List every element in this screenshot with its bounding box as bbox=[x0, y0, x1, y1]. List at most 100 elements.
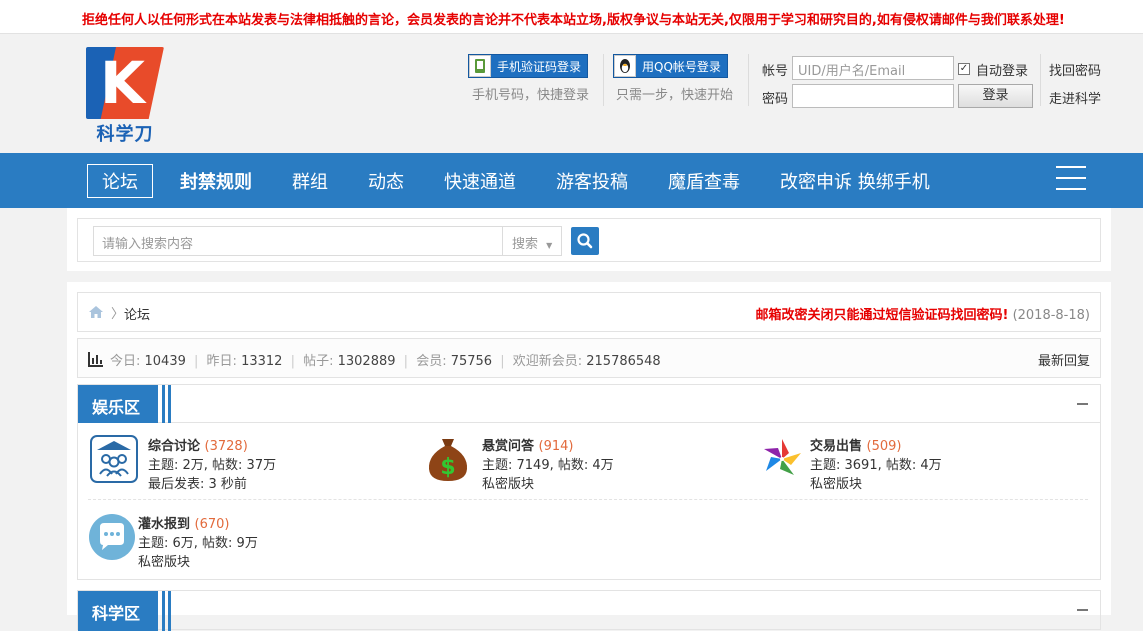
nav-item-quick-access[interactable]: 快速通道 bbox=[444, 168, 516, 194]
main-nav: 论坛 封禁规则 群组 动态 快速通道 游客投稿 魔盾查毒 改密申诉 换绑手机 bbox=[0, 153, 1143, 208]
legal-notice: 拒绝任何人以任何形式在本站发表与法律相抵触的言论，会员发表的言论并不代表本站立场… bbox=[82, 13, 1065, 28]
announcement[interactable]: 邮箱改密关闭只能通过短信验证码找回密码! (2018-8-18) bbox=[755, 304, 1090, 323]
latest-replies-link[interactable]: 最新回复 bbox=[1038, 350, 1090, 369]
site-logo[interactable]: K 科学刀 bbox=[86, 47, 164, 145]
home-icon[interactable] bbox=[88, 305, 104, 319]
stat-today-label: 今日: bbox=[110, 354, 145, 369]
stat-yesterday: 13312 bbox=[241, 354, 283, 369]
logo-letter: K bbox=[100, 49, 145, 117]
qq-login-label: 用QQ帐号登录 bbox=[642, 59, 721, 74]
hamburger-menu-icon[interactable] bbox=[1056, 166, 1086, 190]
forgot-password-link[interactable]: 找回密码 bbox=[1049, 60, 1101, 79]
collapse-icon[interactable] bbox=[1077, 609, 1088, 611]
forum-name[interactable]: 交易出售 (509) bbox=[810, 435, 902, 454]
stat-yesterday-label: 昨日: bbox=[206, 354, 242, 369]
account-label: 帐号 bbox=[762, 64, 789, 79]
section-title[interactable]: 科学区 bbox=[78, 591, 158, 631]
stat-sep: | bbox=[194, 354, 199, 369]
pinwheel-icon bbox=[764, 439, 801, 475]
qq-penguin-icon bbox=[614, 55, 636, 77]
forum-stats-line: 主题: 6万, 帖数: 9万 bbox=[138, 536, 258, 551]
forum-private-label: 私密版块 bbox=[810, 477, 863, 492]
main-content: 〉 论坛 邮箱改密关闭只能通过短信验证码找回密码! (2018-8-18) 今日… bbox=[67, 282, 1111, 631]
top-notice-bar: 拒绝任何人以任何形式在本站发表与法律相抵触的言论，会员发表的言论并不代表本站立场… bbox=[0, 0, 1143, 34]
forum-today-count: (3728) bbox=[204, 439, 248, 454]
phone-login-button[interactable]: 手机验证码登录 bbox=[468, 54, 589, 78]
header: K 科学刀 手机验证码登录 手机号码，快捷登录 用QQ帐号登录 只需一步，快速开… bbox=[0, 34, 1143, 153]
forum-section-science: 科学区 bbox=[77, 590, 1101, 631]
newest-member-link[interactable]: 215786548 bbox=[586, 354, 660, 369]
breadcrumb-separator: 〉 bbox=[111, 307, 125, 322]
chat-bubble-icon bbox=[89, 514, 135, 560]
forum-item[interactable]: $ 悬赏问答 (914) 主题: 7149, 帖数: 4万 私密版块 bbox=[424, 435, 744, 495]
breadcrumb-current[interactable]: 论坛 bbox=[124, 304, 150, 323]
forum-item[interactable]: 综合讨论 (3728) 主题: 2万, 帖数: 37万 最后发表: 3 秒前 bbox=[90, 435, 410, 495]
auto-login-checkbox[interactable]: ✓ bbox=[958, 63, 970, 75]
section-title-bar bbox=[168, 591, 171, 631]
auto-login-label: 自动登录 bbox=[976, 64, 1029, 79]
nav-item-ban-rules[interactable]: 封禁规则 bbox=[180, 168, 252, 194]
section-header: 娱乐区 bbox=[78, 385, 1100, 423]
logo-mark: K bbox=[86, 47, 164, 119]
qq-login-button[interactable]: 用QQ帐号登录 bbox=[613, 54, 728, 78]
divider bbox=[1040, 54, 1041, 106]
nav-item-activity[interactable]: 动态 bbox=[368, 168, 404, 194]
section-title[interactable]: 娱乐区 bbox=[78, 385, 158, 423]
search-input[interactable]: 请输入搜索内容 bbox=[93, 226, 503, 256]
divider bbox=[748, 54, 749, 106]
nav-item-password-appeal[interactable]: 改密申诉 换绑手机 bbox=[780, 168, 930, 194]
forum-name-text: 交易出售 bbox=[810, 439, 863, 454]
password-label: 密码 bbox=[762, 92, 789, 107]
phone-login-label: 手机验证码登录 bbox=[497, 59, 582, 74]
stat-sep: | bbox=[500, 354, 505, 369]
forum-section-entertainment: 娱乐区 综合讨论 (3728) 主题: 2万, 帖数: 37万 最后发表: 3 … bbox=[77, 384, 1101, 580]
phone-login-hint: 手机号码，快捷登录 bbox=[472, 88, 590, 103]
nav-item-groups[interactable]: 群组 bbox=[292, 168, 328, 194]
nav-item-virus-scan[interactable]: 魔盾查毒 bbox=[668, 168, 740, 194]
stat-posts-label: 帖子: bbox=[303, 354, 338, 369]
search-icon bbox=[577, 233, 593, 249]
forum-name[interactable]: 灌水报到 (670) bbox=[138, 513, 230, 532]
login-button[interactable]: 登录 bbox=[958, 84, 1033, 108]
stat-posts: 1302889 bbox=[337, 354, 396, 369]
search-area: 请输入搜索内容 搜索 ▼ bbox=[67, 208, 1111, 271]
row-divider bbox=[88, 499, 1088, 500]
account-input[interactable]: UID/用户名/Email bbox=[792, 56, 954, 80]
forum-private-label: 私密版块 bbox=[138, 555, 191, 570]
caret-down-icon: ▼ bbox=[546, 241, 553, 250]
logo-name: 科学刀 bbox=[96, 124, 154, 145]
forum-stats: 今日: 10439 | 昨日: 13312 | 帖子: 1302889 | 会员… bbox=[77, 338, 1101, 378]
password-input[interactable] bbox=[792, 84, 954, 108]
collapse-icon[interactable] bbox=[1077, 403, 1088, 405]
announcement-date: (2018-8-18) bbox=[1012, 308, 1090, 323]
search-button[interactable] bbox=[571, 227, 599, 255]
section-title-bar bbox=[162, 591, 165, 631]
forum-stats-line: 主题: 3691, 帖数: 4万 bbox=[810, 458, 942, 473]
forum-stats-line: 主题: 2万, 帖数: 37万 bbox=[148, 458, 277, 473]
breadcrumb: 〉 论坛 邮箱改密关闭只能通过短信验证码找回密码! (2018-8-18) bbox=[77, 292, 1101, 332]
phone-icon bbox=[469, 55, 491, 77]
stat-newest-label: 欢迎新会员: bbox=[512, 354, 587, 369]
register-link[interactable]: 走进科学 bbox=[1049, 88, 1101, 107]
forum-stats-line: 主题: 7149, 帖数: 4万 bbox=[482, 458, 614, 473]
forum-name[interactable]: 悬赏问答 (914) bbox=[482, 435, 574, 454]
forum-today-count: (509) bbox=[866, 439, 902, 454]
forum-today-count: (670) bbox=[194, 517, 230, 532]
forum-name-text: 灌水报到 bbox=[138, 517, 191, 532]
forum-private-label: 私密版块 bbox=[482, 477, 535, 492]
forum-item[interactable]: 灌水报到 (670) 主题: 6万, 帖数: 9万 私密版块 bbox=[88, 513, 408, 573]
nav-item-guest-submit[interactable]: 游客投稿 bbox=[556, 168, 628, 194]
money-bag-icon: $ bbox=[428, 439, 468, 481]
forum-name[interactable]: 综合讨论 (3728) bbox=[148, 435, 248, 454]
divider bbox=[603, 54, 604, 106]
nav-item-forum[interactable]: 论坛 bbox=[87, 164, 153, 198]
section-title-bar bbox=[162, 385, 165, 423]
discussion-group-icon bbox=[90, 435, 138, 483]
forum-last-post[interactable]: 最后发表: 3 秒前 bbox=[148, 473, 247, 492]
announcement-text: 邮箱改密关闭只能通过短信验证码找回密码! bbox=[755, 308, 1009, 323]
search-box: 请输入搜索内容 搜索 ▼ bbox=[77, 218, 1101, 262]
stat-members: 75756 bbox=[450, 354, 493, 369]
qq-login-hint: 只需一步，快速开始 bbox=[616, 88, 734, 103]
search-type-select[interactable]: 搜索 ▼ bbox=[502, 226, 562, 256]
forum-item[interactable]: 交易出售 (509) 主题: 3691, 帖数: 4万 私密版块 bbox=[758, 435, 1078, 495]
